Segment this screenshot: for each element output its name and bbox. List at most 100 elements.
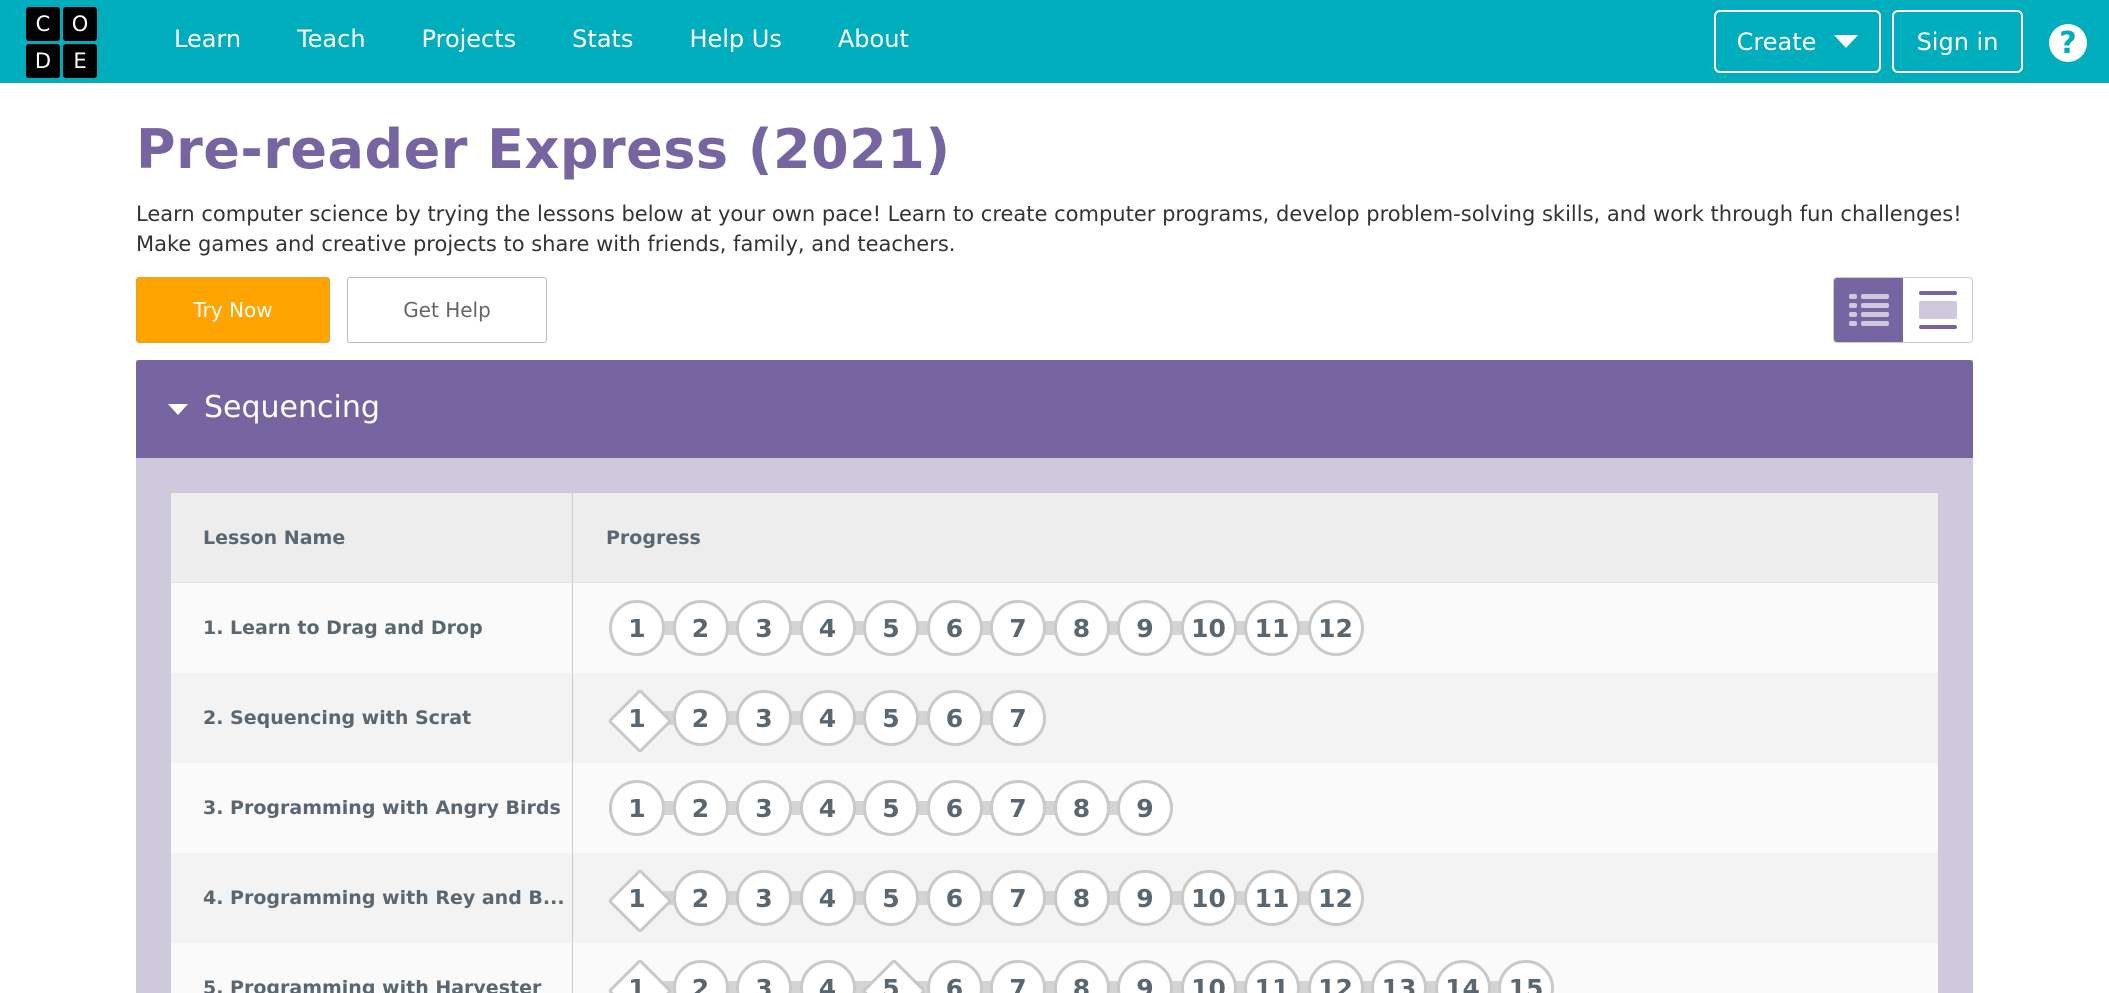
level-bubble[interactable]: 7 (990, 690, 1046, 746)
level-bubble[interactable]: 7 (990, 960, 1046, 993)
level-bubble[interactable]: 9 (1117, 870, 1173, 926)
level-bubble[interactable]: 11 (1244, 870, 1300, 926)
level-number: 7 (1009, 703, 1027, 733)
level-bubble[interactable]: 7 (990, 600, 1046, 656)
nav-help-us[interactable]: Help Us (689, 25, 781, 53)
level-bubble[interactable]: 4 (799, 870, 856, 926)
level-bubble[interactable]: 4 (799, 600, 856, 656)
level-number: 3 (755, 703, 773, 733)
level-bubble[interactable]: 3 (736, 870, 792, 926)
level-number: 2 (691, 973, 710, 993)
nav-teach[interactable]: Teach (297, 25, 365, 53)
nav-stats[interactable]: Stats (572, 25, 633, 53)
lesson-progress: 1 2 3 4 5 6 7 8 9 10 11 12 (573, 853, 1938, 943)
level-bubble[interactable]: 5 (863, 870, 919, 926)
level-bubble[interactable]: 1 (609, 600, 665, 656)
level-number: 10 (1191, 973, 1226, 993)
level-bubble[interactable]: 5 (863, 690, 919, 746)
level-bubble[interactable]: 8 (1053, 600, 1110, 656)
logo-letter: D (26, 44, 60, 78)
level-bubble[interactable]: 7 (990, 870, 1046, 926)
code-org-logo[interactable]: C O D E (26, 7, 97, 78)
level-bubble[interactable]: 11 (1244, 600, 1300, 656)
help-question-icon[interactable]: ? (2049, 24, 2087, 62)
get-help-button[interactable]: Get Help (347, 277, 547, 343)
level-bubble[interactable]: 9 (1117, 600, 1173, 656)
lesson-name-link[interactable]: 3. Programming with Angry Birds (171, 763, 573, 853)
view-toggle (1833, 277, 1973, 343)
level-bubble-diamond[interactable]: 5 (863, 960, 919, 993)
level-number: 10 (1191, 613, 1226, 643)
level-bubble[interactable]: 4 (799, 960, 856, 993)
level-bubble-diamond[interactable]: 1 (609, 690, 665, 746)
collapse-triangle-icon (168, 404, 188, 415)
level-bubble[interactable]: 10 (1180, 960, 1237, 993)
level-bubble[interactable]: 11 (1244, 960, 1300, 993)
level-bubble[interactable]: 6 (926, 870, 983, 926)
progress-bubbles: 1 2 3 4 5 6 7 8 9 10 11 12 13 14 15 (609, 960, 1562, 993)
level-bubble[interactable]: 3 (736, 780, 792, 836)
level-number: 1 (628, 883, 646, 913)
level-bubble[interactable]: 9 (1117, 960, 1173, 993)
level-bubble[interactable]: 12 (1307, 600, 1364, 656)
level-bubble[interactable]: 3 (736, 600, 792, 656)
level-bubble[interactable]: 9 (1117, 780, 1173, 836)
try-now-button[interactable]: Try Now (136, 277, 330, 343)
level-bubble[interactable]: 2 (672, 780, 729, 836)
lesson-name-link[interactable]: 5. Programming with Harvester (171, 943, 573, 993)
level-bubble[interactable]: 6 (926, 600, 983, 656)
level-bubble[interactable]: 10 (1180, 600, 1237, 656)
level-bubble-diamond[interactable]: 1 (609, 870, 665, 926)
level-bubble[interactable]: 15 (1498, 960, 1554, 993)
level-number: 6 (945, 973, 964, 993)
table-row: 2. Sequencing with Scrat 1 2 3 4 5 6 7 (171, 673, 1938, 763)
nav-about[interactable]: About (838, 25, 909, 53)
level-bubble[interactable]: 12 (1307, 870, 1364, 926)
level-bubble[interactable]: 6 (926, 690, 983, 746)
create-dropdown-button[interactable]: Create (1714, 10, 1881, 73)
level-bubble[interactable]: 5 (863, 780, 919, 836)
level-bubble-diamond[interactable]: 1 (609, 960, 665, 993)
level-number: 2 (691, 613, 710, 643)
level-bubble[interactable]: 3 (736, 690, 792, 746)
level-bubble[interactable]: 4 (799, 690, 856, 746)
level-bubble[interactable]: 14 (1434, 960, 1491, 993)
level-bubble[interactable]: 6 (926, 960, 983, 993)
level-bubble[interactable]: 4 (799, 780, 856, 836)
level-bubble[interactable]: 1 (609, 780, 665, 836)
level-bubble[interactable]: 2 (672, 960, 729, 993)
nav-learn[interactable]: Learn (174, 25, 241, 53)
level-bubble[interactable]: 12 (1307, 960, 1364, 993)
lesson-name-link[interactable]: 1. Learn to Drag and Drop (171, 583, 573, 673)
lesson-name-link[interactable]: 2. Sequencing with Scrat (171, 673, 573, 763)
level-bubble[interactable]: 5 (863, 600, 919, 656)
level-bubble[interactable]: 2 (672, 690, 729, 746)
level-bubble[interactable]: 3 (736, 960, 792, 993)
detail-view-button[interactable] (1834, 278, 1903, 342)
unit-panel: Sequencing Lesson Name Progress 1. Learn… (136, 360, 1973, 993)
lesson-name-link[interactable]: 4. Programming with Rey and B... (171, 853, 573, 943)
level-number: 11 (1254, 973, 1290, 993)
main-nav: Learn Teach Projects Stats Help Us About (174, 0, 909, 78)
level-bubble[interactable]: 8 (1053, 780, 1110, 836)
unit-header[interactable]: Sequencing (136, 360, 1973, 458)
level-bubble[interactable]: 8 (1053, 960, 1110, 993)
level-bubble[interactable]: 2 (672, 870, 729, 926)
level-bubble[interactable]: 6 (926, 780, 983, 836)
logo-letter: O (63, 7, 97, 41)
level-number: 5 (882, 883, 900, 913)
level-bubble[interactable]: 8 (1053, 870, 1110, 926)
level-number: 3 (755, 973, 773, 993)
level-bubble[interactable]: 7 (990, 780, 1046, 836)
level-number: 1 (628, 613, 646, 643)
sign-in-button[interactable]: Sign in (1892, 10, 2023, 73)
level-number: 6 (945, 793, 964, 823)
level-number: 11 (1254, 613, 1290, 643)
summary-view-button[interactable] (1903, 278, 1972, 342)
create-label: Create (1736, 27, 1817, 56)
level-bubble[interactable]: 2 (672, 600, 729, 656)
level-bubble[interactable]: 13 (1371, 960, 1427, 993)
level-bubble[interactable]: 10 (1180, 870, 1237, 926)
nav-projects[interactable]: Projects (422, 25, 517, 53)
table-row: 5. Programming with Harvester 1 2 3 4 5 6 7 8 9 10… (171, 943, 1938, 993)
